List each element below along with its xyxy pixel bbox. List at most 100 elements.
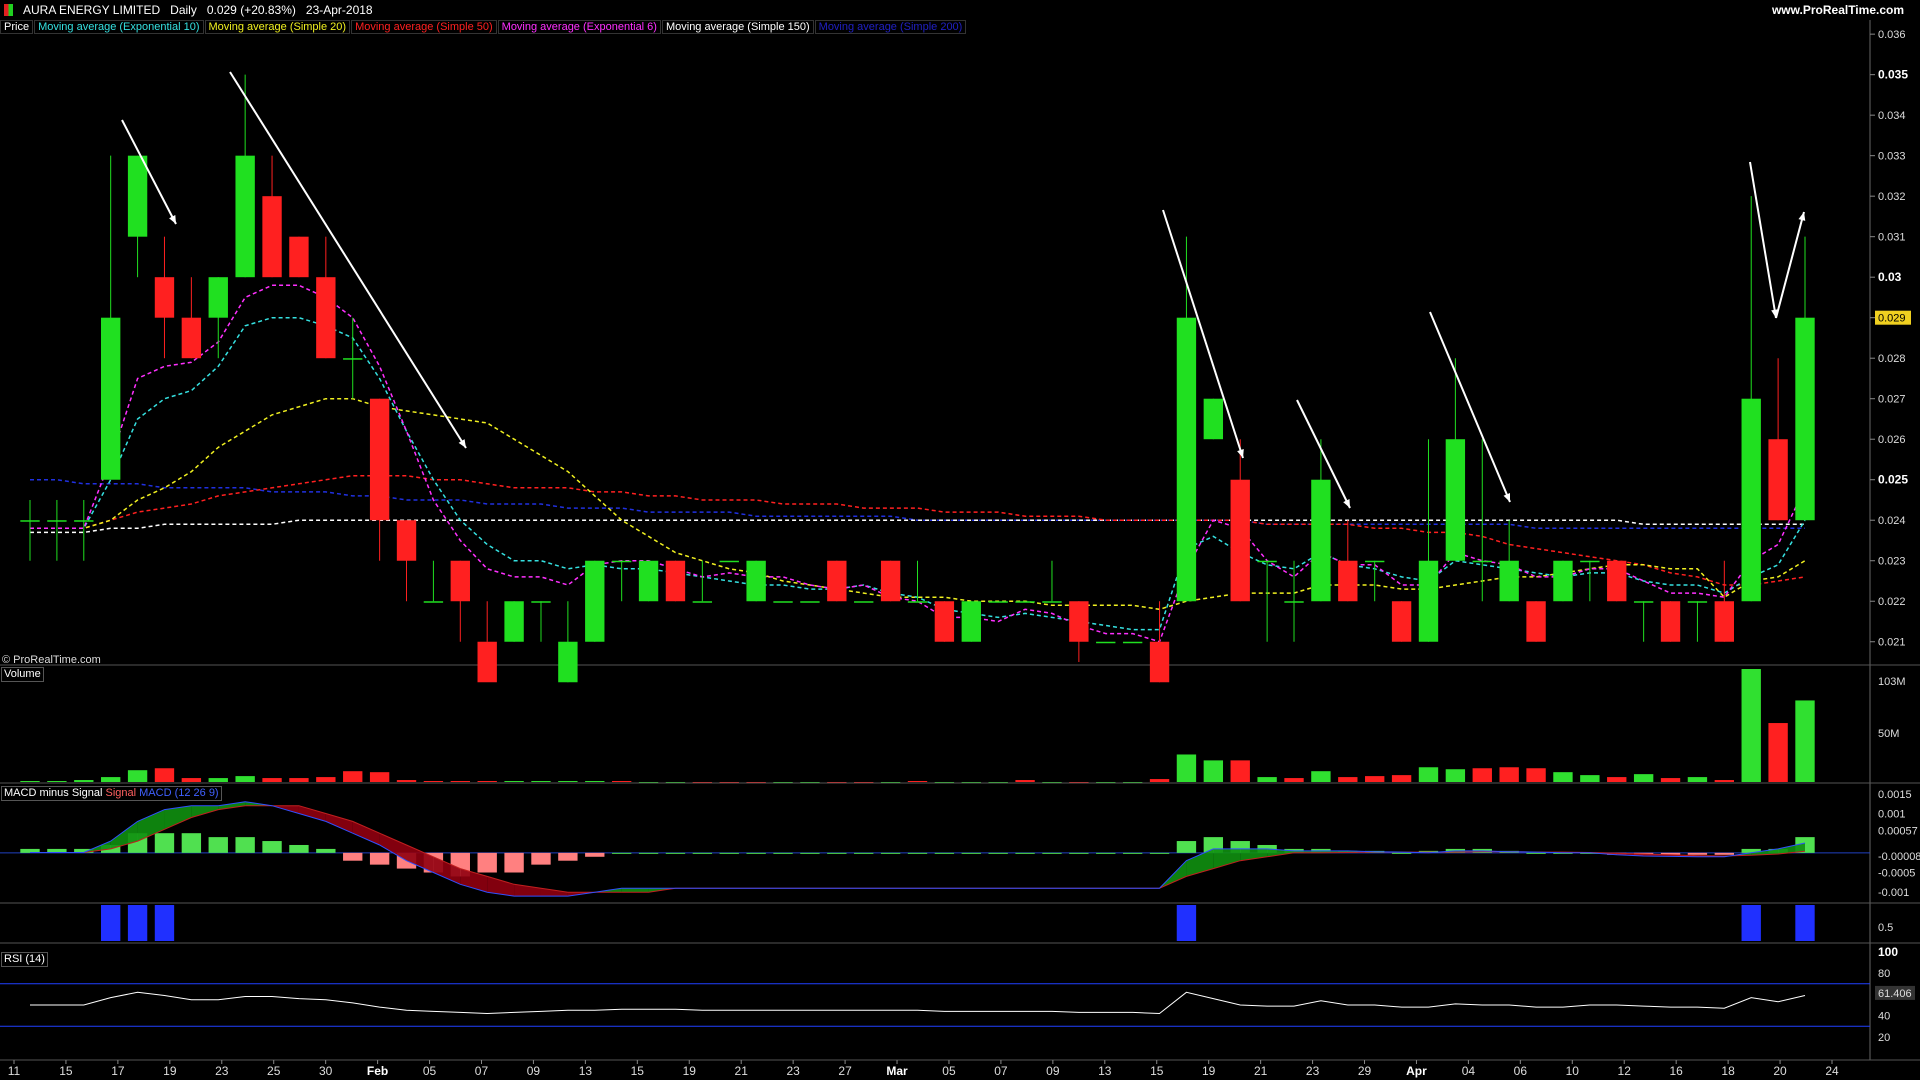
volume-bar: [1284, 778, 1304, 782]
candle-body: [1795, 317, 1815, 521]
candle: [1607, 560, 1627, 602]
rsi-tick-label: 80: [1878, 968, 1890, 980]
date-tick-label: Feb: [367, 1064, 388, 1078]
volume-bar: [1526, 768, 1546, 782]
trend-arrow-line: [1775, 211, 1805, 319]
candle: [773, 601, 793, 603]
date-tick-label: 24: [1825, 1064, 1839, 1078]
macd-hist-bar: [719, 852, 739, 854]
macd-cloud: [352, 821, 380, 845]
price-tick-label: 0.036: [1878, 29, 1906, 41]
candle-body: [934, 601, 955, 642]
candle: [74, 499, 94, 561]
candle: [1365, 560, 1385, 602]
volume-bar: [450, 781, 470, 782]
candle: [854, 601, 874, 603]
macd-hist-bar: [369, 852, 390, 865]
candle: [800, 601, 820, 603]
candle-body: [1122, 641, 1143, 644]
candle: [262, 155, 282, 278]
candle-body: [1284, 601, 1304, 603]
candle-body: [235, 155, 255, 278]
volume-bar: [127, 770, 148, 782]
volume-bar: [1660, 778, 1681, 782]
macd-hist-bar: [1687, 852, 1708, 855]
price-tick-label: 0.033: [1878, 151, 1906, 163]
candle-body: [1149, 641, 1170, 683]
candle: [127, 155, 148, 278]
candle-body: [423, 601, 444, 603]
candle-body: [961, 601, 981, 642]
ma-line-sma150: [30, 519, 1805, 534]
candle-body: [289, 236, 309, 278]
chart-svg[interactable]: 0.021 0.022 0.023 0.024 0.025 0.026 0.027 0.028…: [0, 0, 1920, 1080]
macd-cloud: [540, 888, 568, 897]
volume-bar: [719, 782, 739, 783]
candle: [1418, 439, 1439, 642]
volume-bar: [47, 781, 67, 782]
candle-body: [181, 317, 202, 359]
date-tick-label: 09: [1046, 1064, 1060, 1078]
candle-body: [880, 560, 901, 602]
volume-bar: [1687, 777, 1708, 782]
candle-body: [1687, 601, 1708, 603]
candle: [1069, 601, 1089, 662]
volume-bar: [988, 782, 1008, 783]
candle: [1660, 601, 1681, 642]
candle-body: [719, 560, 739, 563]
date-tick-label: Apr: [1406, 1064, 1427, 1078]
macd-cloud: [621, 888, 649, 893]
macd-hist-bar: [262, 841, 282, 853]
macd-tick-label: -0.001: [1878, 887, 1909, 899]
candle-body: [1526, 601, 1546, 642]
candle-body: [47, 520, 67, 522]
volume-tick-label: 50M: [1878, 728, 1899, 740]
volume-bar: [101, 777, 121, 782]
candle-body: [1311, 479, 1331, 602]
volume-bar: [773, 782, 793, 783]
candle-body: [1203, 398, 1224, 440]
date-tick-label: 20: [1773, 1064, 1787, 1078]
candle-body: [1633, 601, 1654, 603]
candle: [369, 398, 390, 561]
signal-bar: [1741, 905, 1761, 941]
chart-window: AURA ENERGY LIMITED Daily 0.029 (+20.83%) 2…: [0, 0, 1920, 1080]
signal-bar: [127, 905, 148, 941]
candle: [531, 601, 551, 642]
macd-hist-bar: [934, 852, 955, 854]
candle: [1499, 520, 1519, 602]
volume-bar: [638, 782, 659, 783]
candle-body: [1472, 560, 1492, 563]
candle: [1687, 601, 1708, 642]
volume-bar: [74, 780, 94, 782]
price-tick-label: 0.028: [1878, 353, 1906, 365]
candle: [1042, 560, 1062, 603]
candle-body: [1418, 560, 1439, 642]
volume-bar: [154, 768, 175, 782]
candle-body: [369, 398, 390, 521]
macd-hist-bar: [988, 852, 1008, 854]
date-tick-label: 19: [163, 1064, 177, 1078]
macd-hist-bar: [1391, 852, 1412, 854]
macd-hist-bar: [1042, 852, 1062, 854]
candle-body: [773, 601, 793, 603]
rsi-tick-label: 40: [1878, 1011, 1890, 1023]
date-tick-label: 23: [215, 1064, 229, 1078]
volume-bar: [1015, 780, 1035, 782]
volume-bar: [1795, 700, 1815, 782]
candle: [665, 560, 686, 602]
candle: [47, 499, 67, 561]
candle: [1122, 641, 1143, 644]
macd-hist-bar: [1122, 852, 1143, 854]
volume-bar: [1203, 760, 1224, 782]
date-tick-label: 12: [1618, 1064, 1632, 1078]
date-tick-label: 10: [1566, 1064, 1580, 1078]
volume-bar: [880, 782, 901, 783]
candle: [289, 236, 309, 278]
signal-bar: [1795, 905, 1815, 941]
candle: [934, 601, 955, 642]
candle-body: [665, 560, 686, 602]
candle-body: [827, 560, 847, 602]
candle-body: [450, 560, 470, 602]
volume-bar: [1633, 774, 1654, 782]
